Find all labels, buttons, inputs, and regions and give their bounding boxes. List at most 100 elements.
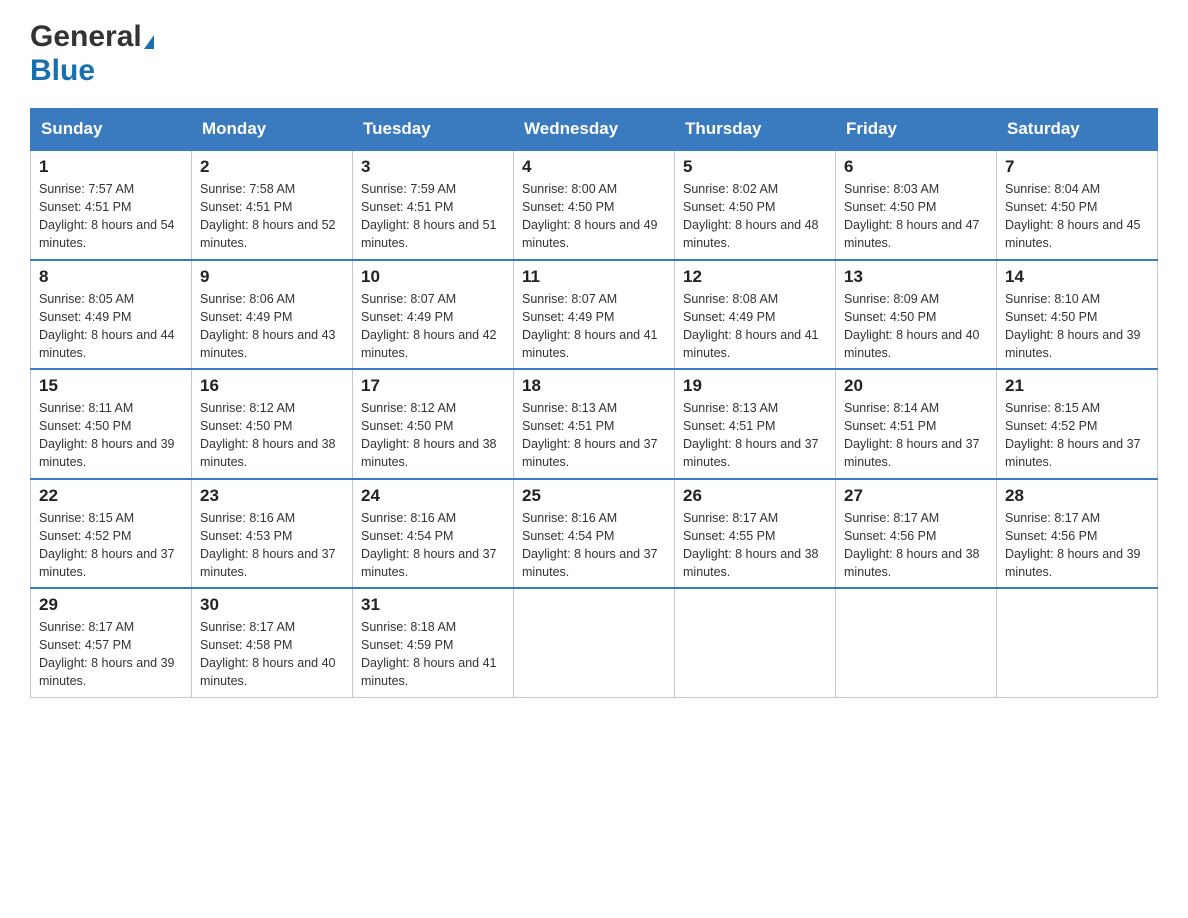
calendar-cell: 6 Sunrise: 8:03 AMSunset: 4:50 PMDayligh… [836, 150, 997, 260]
col-header-wednesday: Wednesday [514, 109, 675, 151]
calendar-cell: 20 Sunrise: 8:14 AMSunset: 4:51 PMDaylig… [836, 369, 997, 479]
calendar-cell: 31 Sunrise: 8:18 AMSunset: 4:59 PMDaylig… [353, 588, 514, 697]
day-number: 1 [39, 157, 183, 177]
day-number: 9 [200, 267, 344, 287]
calendar-cell: 19 Sunrise: 8:13 AMSunset: 4:51 PMDaylig… [675, 369, 836, 479]
day-info: Sunrise: 8:05 AMSunset: 4:49 PMDaylight:… [39, 290, 183, 363]
calendar-cell: 1 Sunrise: 7:57 AMSunset: 4:51 PMDayligh… [31, 150, 192, 260]
day-info: Sunrise: 8:12 AMSunset: 4:50 PMDaylight:… [200, 399, 344, 472]
week-row-5: 29 Sunrise: 8:17 AMSunset: 4:57 PMDaylig… [31, 588, 1158, 697]
day-info: Sunrise: 8:02 AMSunset: 4:50 PMDaylight:… [683, 180, 827, 253]
calendar-cell: 26 Sunrise: 8:17 AMSunset: 4:55 PMDaylig… [675, 479, 836, 589]
day-info: Sunrise: 8:07 AMSunset: 4:49 PMDaylight:… [361, 290, 505, 363]
calendar-cell: 2 Sunrise: 7:58 AMSunset: 4:51 PMDayligh… [192, 150, 353, 260]
day-info: Sunrise: 8:16 AMSunset: 4:53 PMDaylight:… [200, 509, 344, 582]
day-info: Sunrise: 8:17 AMSunset: 4:57 PMDaylight:… [39, 618, 183, 691]
day-info: Sunrise: 8:11 AMSunset: 4:50 PMDaylight:… [39, 399, 183, 472]
day-number: 10 [361, 267, 505, 287]
day-number: 28 [1005, 486, 1149, 506]
calendar-cell: 30 Sunrise: 8:17 AMSunset: 4:58 PMDaylig… [192, 588, 353, 697]
day-number: 5 [683, 157, 827, 177]
week-row-1: 1 Sunrise: 7:57 AMSunset: 4:51 PMDayligh… [31, 150, 1158, 260]
calendar-cell: 9 Sunrise: 8:06 AMSunset: 4:49 PMDayligh… [192, 260, 353, 370]
day-info: Sunrise: 8:04 AMSunset: 4:50 PMDaylight:… [1005, 180, 1149, 253]
day-number: 25 [522, 486, 666, 506]
col-header-tuesday: Tuesday [353, 109, 514, 151]
day-info: Sunrise: 8:18 AMSunset: 4:59 PMDaylight:… [361, 618, 505, 691]
logo-top-line: General [30, 20, 154, 54]
calendar-cell [836, 588, 997, 697]
col-header-monday: Monday [192, 109, 353, 151]
col-header-thursday: Thursday [675, 109, 836, 151]
day-info: Sunrise: 8:00 AMSunset: 4:50 PMDaylight:… [522, 180, 666, 253]
day-info: Sunrise: 8:06 AMSunset: 4:49 PMDaylight:… [200, 290, 344, 363]
col-header-friday: Friday [836, 109, 997, 151]
calendar-cell: 12 Sunrise: 8:08 AMSunset: 4:49 PMDaylig… [675, 260, 836, 370]
calendar-cell: 4 Sunrise: 8:00 AMSunset: 4:50 PMDayligh… [514, 150, 675, 260]
day-info: Sunrise: 8:15 AMSunset: 4:52 PMDaylight:… [1005, 399, 1149, 472]
logo: General Blue [30, 20, 154, 88]
day-info: Sunrise: 8:03 AMSunset: 4:50 PMDaylight:… [844, 180, 988, 253]
day-info: Sunrise: 8:07 AMSunset: 4:49 PMDaylight:… [522, 290, 666, 363]
week-row-3: 15 Sunrise: 8:11 AMSunset: 4:50 PMDaylig… [31, 369, 1158, 479]
calendar-cell [675, 588, 836, 697]
calendar-cell: 22 Sunrise: 8:15 AMSunset: 4:52 PMDaylig… [31, 479, 192, 589]
calendar-cell: 28 Sunrise: 8:17 AMSunset: 4:56 PMDaylig… [997, 479, 1158, 589]
day-number: 15 [39, 376, 183, 396]
calendar-cell: 15 Sunrise: 8:11 AMSunset: 4:50 PMDaylig… [31, 369, 192, 479]
calendar-cell: 7 Sunrise: 8:04 AMSunset: 4:50 PMDayligh… [997, 150, 1158, 260]
day-info: Sunrise: 8:14 AMSunset: 4:51 PMDaylight:… [844, 399, 988, 472]
day-number: 23 [200, 486, 344, 506]
day-number: 8 [39, 267, 183, 287]
day-number: 21 [1005, 376, 1149, 396]
day-info: Sunrise: 8:17 AMSunset: 4:55 PMDaylight:… [683, 509, 827, 582]
day-info: Sunrise: 8:12 AMSunset: 4:50 PMDaylight:… [361, 399, 505, 472]
day-info: Sunrise: 8:16 AMSunset: 4:54 PMDaylight:… [522, 509, 666, 582]
day-info: Sunrise: 8:15 AMSunset: 4:52 PMDaylight:… [39, 509, 183, 582]
day-number: 6 [844, 157, 988, 177]
day-info: Sunrise: 8:17 AMSunset: 4:58 PMDaylight:… [200, 618, 344, 691]
week-row-4: 22 Sunrise: 8:15 AMSunset: 4:52 PMDaylig… [31, 479, 1158, 589]
day-number: 13 [844, 267, 988, 287]
day-number: 29 [39, 595, 183, 615]
day-info: Sunrise: 7:57 AMSunset: 4:51 PMDaylight:… [39, 180, 183, 253]
calendar-cell: 10 Sunrise: 8:07 AMSunset: 4:49 PMDaylig… [353, 260, 514, 370]
calendar-cell: 29 Sunrise: 8:17 AMSunset: 4:57 PMDaylig… [31, 588, 192, 697]
calendar-cell [514, 588, 675, 697]
week-row-2: 8 Sunrise: 8:05 AMSunset: 4:49 PMDayligh… [31, 260, 1158, 370]
calendar-cell: 3 Sunrise: 7:59 AMSunset: 4:51 PMDayligh… [353, 150, 514, 260]
day-number: 19 [683, 376, 827, 396]
calendar-cell: 17 Sunrise: 8:12 AMSunset: 4:50 PMDaylig… [353, 369, 514, 479]
calendar-cell: 14 Sunrise: 8:10 AMSunset: 4:50 PMDaylig… [997, 260, 1158, 370]
day-number: 12 [683, 267, 827, 287]
day-number: 3 [361, 157, 505, 177]
day-number: 4 [522, 157, 666, 177]
calendar-table: SundayMondayTuesdayWednesdayThursdayFrid… [30, 108, 1158, 698]
day-number: 7 [1005, 157, 1149, 177]
calendar-cell: 16 Sunrise: 8:12 AMSunset: 4:50 PMDaylig… [192, 369, 353, 479]
day-info: Sunrise: 7:59 AMSunset: 4:51 PMDaylight:… [361, 180, 505, 253]
day-number: 16 [200, 376, 344, 396]
day-number: 18 [522, 376, 666, 396]
logo-triangle-icon [144, 35, 154, 49]
day-number: 24 [361, 486, 505, 506]
col-header-sunday: Sunday [31, 109, 192, 151]
calendar-cell [997, 588, 1158, 697]
day-number: 26 [683, 486, 827, 506]
day-info: Sunrise: 8:08 AMSunset: 4:49 PMDaylight:… [683, 290, 827, 363]
day-number: 22 [39, 486, 183, 506]
calendar-cell: 11 Sunrise: 8:07 AMSunset: 4:49 PMDaylig… [514, 260, 675, 370]
day-info: Sunrise: 8:10 AMSunset: 4:50 PMDaylight:… [1005, 290, 1149, 363]
calendar-cell: 25 Sunrise: 8:16 AMSunset: 4:54 PMDaylig… [514, 479, 675, 589]
calendar-cell: 27 Sunrise: 8:17 AMSunset: 4:56 PMDaylig… [836, 479, 997, 589]
day-number: 2 [200, 157, 344, 177]
logo-general: General [30, 20, 142, 53]
day-number: 27 [844, 486, 988, 506]
day-number: 20 [844, 376, 988, 396]
day-number: 30 [200, 595, 344, 615]
logo-blue-text: Blue [30, 54, 95, 87]
calendar-cell: 5 Sunrise: 8:02 AMSunset: 4:50 PMDayligh… [675, 150, 836, 260]
calendar-cell: 24 Sunrise: 8:16 AMSunset: 4:54 PMDaylig… [353, 479, 514, 589]
calendar-cell: 23 Sunrise: 8:16 AMSunset: 4:53 PMDaylig… [192, 479, 353, 589]
day-number: 17 [361, 376, 505, 396]
